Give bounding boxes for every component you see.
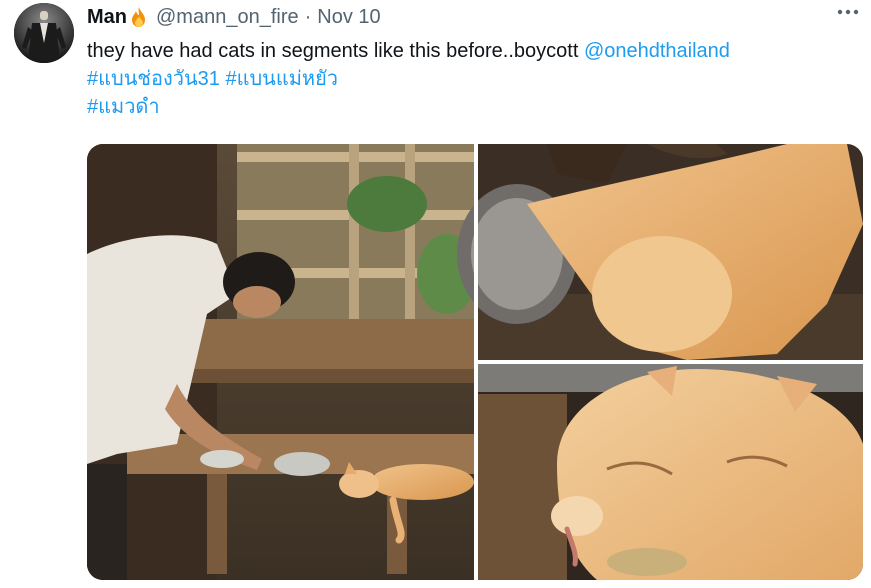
fire-icon (128, 6, 150, 28)
media-grid (87, 144, 863, 580)
media-image-1[interactable] (87, 144, 477, 580)
hashtag-link[interactable]: #แบนแม่หยัว (225, 68, 338, 90)
mention-link[interactable]: @onehdthailand (584, 40, 730, 62)
media-image-2[interactable] (457, 144, 863, 360)
display-name[interactable]: Man (87, 6, 127, 29)
tweet-text-line-1: they have had cats in segments like this… (87, 37, 857, 65)
separator-dot: · (304, 5, 312, 28)
media-image-3[interactable] (478, 364, 863, 580)
tweet-body: they have had cats in segments like this… (87, 40, 584, 62)
tweet-text-line-3: #แมวดำ (87, 93, 857, 121)
more-horizontal-icon[interactable] (833, 0, 863, 24)
hashtag-link[interactable]: #แบนช่องวัน31 (87, 68, 220, 90)
tweet-header: Man @mann_on_fire · Nov 10 (87, 5, 851, 29)
avatar[interactable] (14, 3, 74, 63)
tweet-text-line-2: #แบนช่องวัน31 #แบนแม่หยัว (87, 65, 857, 93)
tweet-card[interactable]: Man @mann_on_fire · Nov 10 they have had… (0, 0, 871, 588)
handle[interactable]: @mann_on_fire (156, 6, 299, 29)
timestamp[interactable]: Nov 10 (317, 6, 380, 29)
tweet-text: they have had cats in segments like this… (87, 37, 857, 121)
hashtag-link[interactable]: #แมวดำ (87, 96, 160, 118)
